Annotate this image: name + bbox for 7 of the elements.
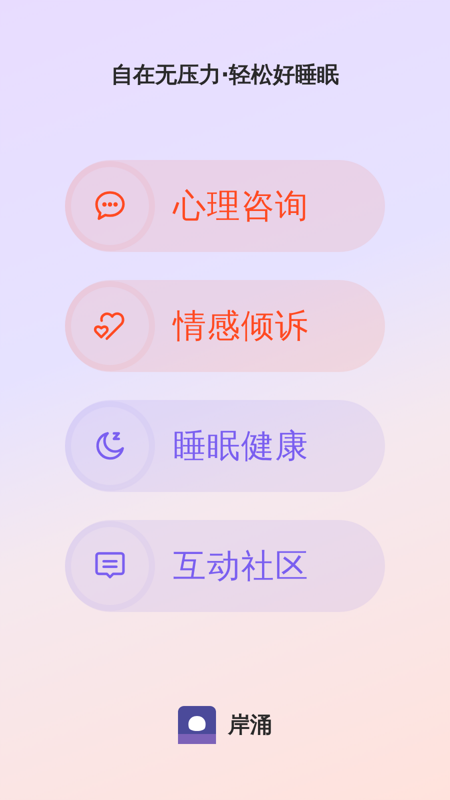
menu-button[interactable]: 睡眠健康 bbox=[65, 400, 385, 492]
menu-button[interactable]: 情感倾诉 bbox=[65, 280, 385, 372]
app-name: 岸涌 bbox=[228, 712, 272, 740]
tagline: 自在无压力·轻松好睡眠 bbox=[110, 62, 340, 90]
menu-button[interactable]: 互动社区 bbox=[65, 520, 385, 612]
menu-button[interactable]: 心理咨询 bbox=[65, 160, 385, 252]
app-logo-icon bbox=[178, 706, 216, 744]
